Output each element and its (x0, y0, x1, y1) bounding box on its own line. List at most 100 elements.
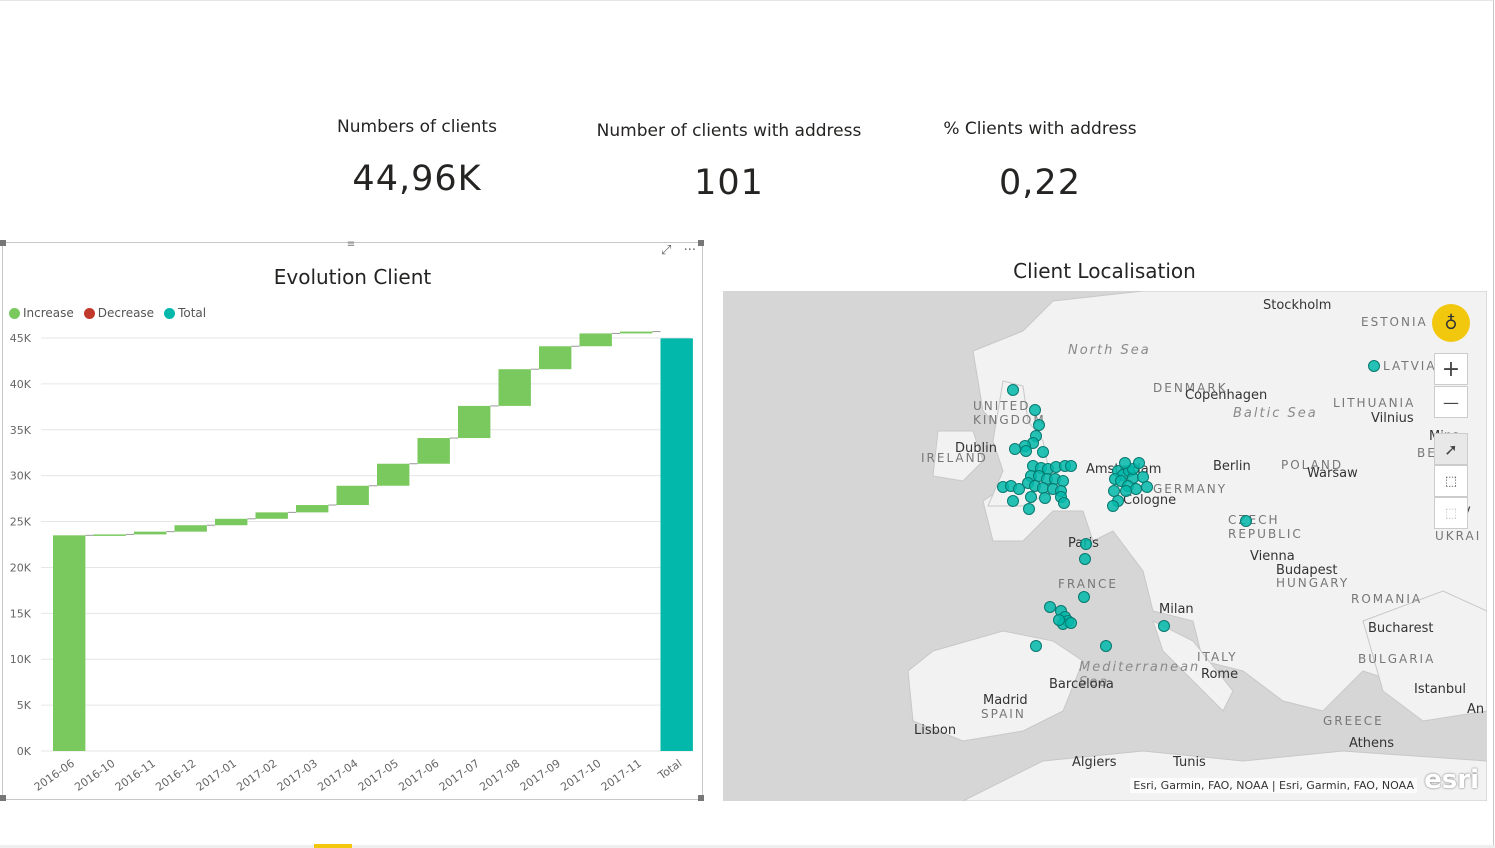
map-point[interactable] (1107, 500, 1119, 512)
map-point[interactable] (1100, 640, 1112, 652)
x-tick-label: 2017-07 (437, 757, 482, 794)
map-point[interactable] (1044, 601, 1056, 613)
waterfall-bar[interactable] (417, 438, 450, 464)
y-tick-label: 35K (10, 424, 32, 437)
esri-logo: esri (1424, 765, 1479, 795)
map-point[interactable] (1037, 446, 1049, 458)
y-tick-label: 40K (10, 378, 32, 391)
kpi-label: % Clients with address (943, 119, 1137, 139)
map-point[interactable] (1158, 620, 1170, 632)
lasso-select-button[interactable]: ⬚ (1434, 497, 1468, 529)
y-tick-label: 45K (10, 332, 32, 345)
map-point[interactable] (1037, 482, 1049, 494)
marquee-select-icon: ⬚ (1444, 473, 1458, 489)
map-point[interactable] (1053, 614, 1065, 626)
rectangle-select-button[interactable]: ⬚ (1434, 465, 1468, 497)
y-tick-label: 30K (10, 470, 32, 483)
waterfall-bar[interactable] (660, 338, 693, 751)
x-tick-label: 2017-05 (356, 757, 401, 794)
map-point[interactable] (1240, 515, 1252, 527)
waterfall-bar[interactable] (174, 525, 207, 532)
map-point[interactable] (1065, 460, 1077, 472)
x-tick-label: 2017-01 (194, 757, 239, 794)
map-point[interactable] (1130, 483, 1142, 495)
waterfall-bar[interactable] (215, 518, 248, 526)
waterfall-plot: 0K5K10K15K20K25K30K35K40K45K2016-062016-… (10, 331, 693, 794)
y-tick-label: 25K (10, 516, 32, 529)
map-visual[interactable]: Stockholm ESTONIA LATVIA North Sea DENMA… (723, 291, 1487, 801)
waterfall-bar[interactable] (134, 531, 167, 535)
kpi-label: Numbers of clients (337, 117, 497, 137)
y-tick-label: 5K (17, 699, 32, 712)
x-tick-label: 2016-12 (153, 757, 198, 794)
kpi-value: 44,96K (352, 159, 482, 199)
x-tick-label: 2016-10 (72, 757, 117, 794)
waterfall-bar[interactable] (93, 534, 126, 536)
x-tick-label: 2016-06 (32, 757, 77, 794)
map-point[interactable] (1133, 457, 1145, 469)
map-point[interactable] (1030, 640, 1042, 652)
map-point[interactable] (1057, 475, 1069, 487)
y-tick-label: 10K (10, 653, 32, 666)
kpi-label: Number of clients with address (596, 121, 862, 141)
active-page-tab[interactable] (314, 844, 352, 848)
kpi-card-percent-with-address[interactable]: % Clients with address 0,22 (930, 119, 1150, 203)
map-point[interactable] (1029, 404, 1041, 416)
kpi-value: 101 (694, 163, 764, 203)
waterfall-bar[interactable] (458, 405, 491, 439)
waterfall-bar[interactable] (53, 535, 86, 751)
waterfall-bar[interactable] (296, 505, 329, 513)
x-tick-label: 2016-11 (113, 757, 158, 794)
x-tick-label: Total (655, 757, 684, 783)
x-tick-label: 2017-03 (275, 757, 320, 794)
map-point[interactable] (1007, 384, 1019, 396)
y-tick-label: 15K (10, 607, 32, 620)
map-point[interactable] (1007, 495, 1019, 507)
map-point[interactable] (1039, 492, 1051, 504)
waterfall-bar[interactable] (498, 369, 531, 406)
map-point[interactable] (1023, 503, 1035, 515)
waterfall-bar[interactable] (620, 331, 653, 334)
waterfall-bar[interactable] (255, 512, 288, 519)
resize-handle[interactable] (698, 240, 704, 246)
map-point[interactable] (1119, 457, 1131, 469)
map-point[interactable] (1368, 360, 1380, 372)
map-point[interactable] (1137, 471, 1149, 483)
kpi-card-clients[interactable]: Numbers of clients 44,96K (317, 117, 517, 199)
map-point[interactable] (1078, 591, 1090, 603)
x-tick-label: 2017-11 (599, 757, 644, 794)
kpi-card-clients-with-address[interactable]: Number of clients with address 101 (589, 121, 869, 203)
zoom-in-button[interactable]: + (1434, 353, 1468, 385)
map-attribution: Esri, Garmin, FAO, NOAA | Esri, Garmin, … (1130, 778, 1417, 793)
map-point[interactable] (1058, 497, 1070, 509)
map-point[interactable] (1033, 419, 1045, 431)
resize-handle[interactable] (698, 795, 704, 801)
map-point[interactable] (1120, 485, 1132, 497)
zoom-out-button[interactable]: — (1434, 386, 1468, 418)
map-point[interactable] (1079, 553, 1091, 565)
waterfall-bar[interactable] (579, 333, 612, 347)
map-point[interactable] (1141, 481, 1153, 493)
waterfall-chart-card[interactable]: ≡ ⤢ ··· Evolution Client Increase Decrea… (2, 240, 703, 800)
y-tick-label: 20K (10, 561, 32, 574)
map-point[interactable] (1065, 617, 1077, 629)
waterfall-bar[interactable] (377, 463, 410, 486)
lasso-select-icon: ⬚ (1444, 505, 1458, 521)
map-point[interactable] (1025, 491, 1037, 503)
waterfall-bar[interactable] (539, 346, 572, 370)
waterfall-bar[interactable] (336, 485, 369, 506)
kpi-value: 0,22 (999, 163, 1081, 203)
map-point[interactable] (1020, 445, 1032, 457)
map-point[interactable] (1108, 485, 1120, 497)
x-tick-label: 2017-04 (315, 757, 360, 794)
map-point[interactable] (1080, 538, 1092, 550)
map-point[interactable] (1013, 483, 1025, 495)
y-tick-label: 0K (17, 745, 32, 758)
resize-handle[interactable] (0, 795, 6, 801)
x-tick-label: 2017-09 (518, 757, 563, 794)
resize-handle[interactable] (0, 240, 6, 246)
select-pointer-button[interactable]: ➚ (1434, 433, 1468, 465)
map-point[interactable] (1009, 443, 1021, 455)
x-tick-label: 2017-08 (477, 757, 522, 794)
pin-icon[interactable]: ♁ (1432, 304, 1470, 342)
